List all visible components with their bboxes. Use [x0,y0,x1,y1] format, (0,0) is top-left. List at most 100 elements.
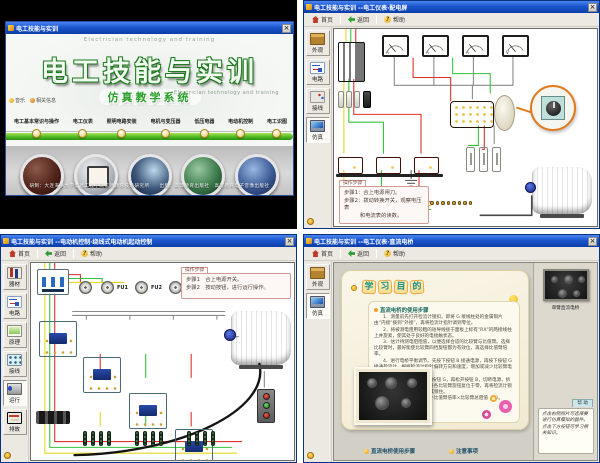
sidebar-item-appearance[interactable]: 外观 [306,30,330,56]
toolbar: 首页 返回 ?帮助 [304,247,599,261]
close-button[interactable]: × [282,24,291,33]
link-precautions[interactable]: 注意事项 [449,447,478,455]
terminal-strip [430,201,472,205]
sidebar: 外观 仿真 [304,261,332,462]
menu-item-instruments[interactable]: 电工仪表 [73,118,93,138]
toolbar-separator [340,15,341,24]
bridge-thumbnail[interactable] [543,269,589,301]
fault-icon [7,412,22,424]
back-button[interactable]: 返回 [344,247,373,260]
window-title: 电工技能与实训 --电工仪表·配电屏 [314,3,407,12]
back-icon [348,16,355,23]
help-button[interactable]: ?帮助 [380,247,409,260]
home-button[interactable]: 首页 [5,247,34,260]
motor [231,311,291,365]
sidebar-item-materials[interactable]: 器材 [3,264,27,290]
screen-dc-bridge-study: 电工技能与实训 --电工仪表·直流电桥 × 首页 返回 ?帮助 外观 仿真 [303,234,600,463]
toolbar-separator [340,249,341,258]
resistor-bank-3 [187,431,215,446]
help-tab: 帮 助 [572,399,593,407]
current-transformer-3 [414,157,439,174]
menu-item-motors-transformers[interactable]: 电机与变压器 [150,118,180,138]
menu-item-basics[interactable]: 电工基本常识与操作 [14,118,59,138]
hint-icon[interactable] [307,452,314,459]
menu-button-icon[interactable] [32,129,41,138]
back-button[interactable]: 返回 [344,13,373,26]
fuse-2 [101,281,114,294]
music-toggle[interactable]: 音乐 [9,97,25,104]
current-transformer-1 [338,157,363,174]
sidebar-item-circuit[interactable]: 电路 [3,293,27,319]
header-english: Electrician technology and training [6,37,293,43]
menu-button-icon[interactable] [78,129,87,138]
menu-item-lighting[interactable]: 照明电路安装 [107,118,137,138]
help-button[interactable]: ?帮助 [380,13,409,26]
close-button[interactable]: × [588,3,597,12]
sidebar-item-troubleshoot[interactable]: 排故 [3,409,27,435]
toolbar-separator [37,249,38,258]
link-usage-steps[interactable]: 直流电桥使用步骤 [364,447,415,455]
study-panel: 学 习 目 的 直流电桥的使用步骤 1．测量前先打开检流计锁扣，即将 G 接线柱… [341,270,529,430]
knife-switch[interactable] [36,411,70,424]
main-menu: 电工基本常识与操作 电工仪表 照明电路安装 电机与变压器 低压电器 电动机控制 … [14,118,287,138]
menu-item-motor-control[interactable]: 电动机控制 [228,118,253,138]
menu-button-icon[interactable] [117,129,126,138]
sidebar-item-circuit[interactable]: 电路 [306,59,330,85]
knife-switch[interactable] [338,42,365,82]
fuse-holder [363,91,371,108]
home-button[interactable]: 首页 [308,13,337,26]
toolbar-separator [376,15,377,24]
app-title: 电工技能与实训 [6,50,293,89]
menu-item-lv-apparatus[interactable]: 低压电器 [194,118,214,138]
window-title: 电工技能与实训 --电动机控制·绕线式电动机起动控制 [11,237,152,246]
bullet-icon [449,449,454,454]
sidebar-item-principle[interactable]: 原理 [3,322,27,348]
contactor [39,321,77,357]
menu-button-icon[interactable] [236,129,245,138]
help-button[interactable]: ?帮助 [77,247,106,260]
toolbar-separator [376,249,377,258]
sidebar: 器材 电路 原理 接线 运行 排故 [1,261,29,462]
app-icon [8,25,14,31]
hint-icon[interactable] [307,218,314,225]
fuse-group-label: FU2 [151,285,162,291]
motor-shaft-cap [525,182,536,193]
sidebar-item-appearance[interactable]: 外观 [306,264,330,290]
back-icon [45,250,52,257]
reverse-button[interactable] [263,412,270,419]
info-link[interactable]: 相关信息 [30,97,56,104]
bullet-icon [351,285,357,291]
fuse-3 [135,281,148,294]
titlebar: 电工技能与实训 --电工仪表·直流电桥 × [304,235,599,247]
menu-item-diagram-reading[interactable]: 电工识图 [267,118,287,138]
ammeter-3: A [462,35,489,57]
hint-icon[interactable] [4,452,11,459]
menu-button-icon[interactable] [272,129,281,138]
circuit-breaker[interactable] [37,269,69,295]
stop-button[interactable] [263,393,270,400]
menu-button-icon[interactable] [161,129,170,138]
start-button[interactable] [263,402,270,409]
menu-button-icon[interactable] [200,129,209,138]
screenshot-collage: 电工技能与实训 × Electrician technology and tra… [0,0,600,463]
topic-links: 直流电桥使用步骤 注意事项 [364,447,478,455]
sidebar-item-wiring[interactable]: 接线 [3,351,27,377]
circuit-icon [310,62,325,74]
titlebar: 电工技能与实训 --电动机控制·绕线式电动机起动控制 × [1,235,296,247]
switch-faceplate [541,96,565,120]
back-button[interactable]: 返回 [41,247,70,260]
sidebar-item-simulation[interactable]: 仿真 [306,117,330,143]
resistor-bank-1 [83,431,111,446]
rotary-knob[interactable] [546,101,561,116]
close-button[interactable]: × [588,237,597,246]
sidebar-item-simulation[interactable]: 仿真 [306,293,330,319]
titlebar: 电工技能与实训 × [6,22,293,34]
fuse-carrier [492,147,501,172]
close-button[interactable]: × [285,237,294,246]
home-button[interactable]: 首页 [308,247,337,260]
terminals-icon [7,354,22,366]
changeover-switch-body[interactable] [450,101,494,128]
sidebar-item-run[interactable]: 运行 [3,380,27,406]
sidebar-item-wiring[interactable]: 接线 [306,88,330,114]
bullet-icon [374,308,378,312]
